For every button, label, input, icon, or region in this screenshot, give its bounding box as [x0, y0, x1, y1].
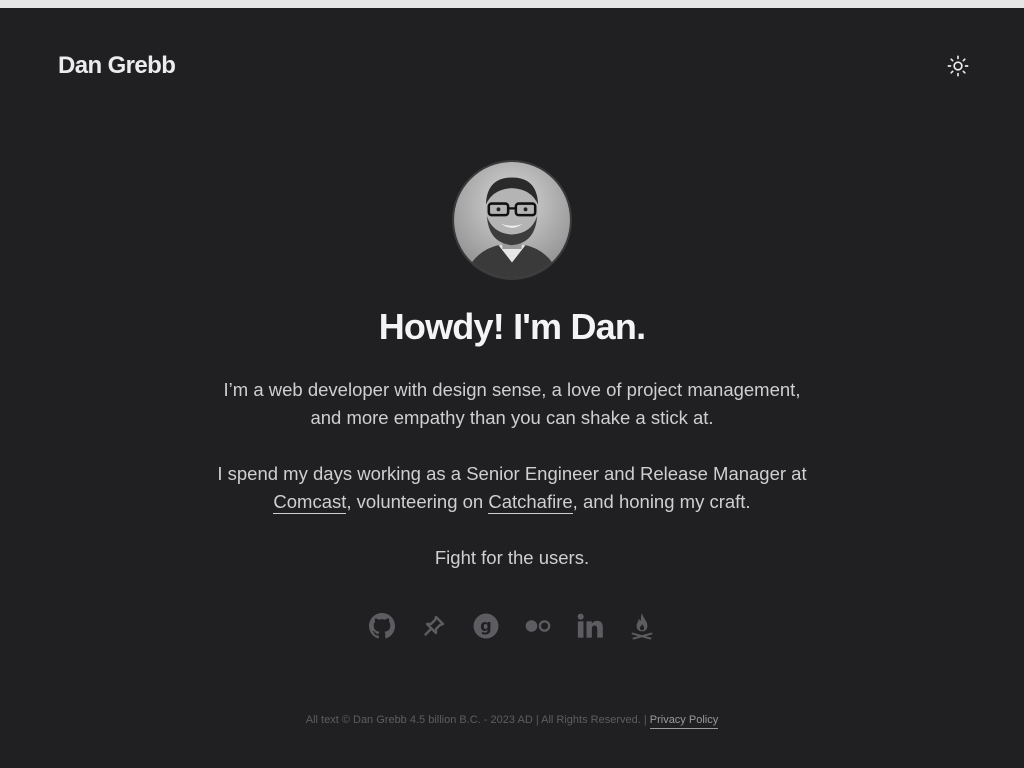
campfire-icon	[631, 613, 653, 640]
flickr-link[interactable]	[524, 612, 552, 640]
headline: Howdy! I'm Dan.	[378, 306, 646, 347]
page: Dan Grebb Howdy! I'm Dan. I’m a web deve…	[0, 8, 1024, 768]
goodreads-link[interactable]: g	[472, 612, 500, 640]
work-text-prefix: I spend my days working as a Senior Engi…	[217, 463, 807, 484]
pinboard-link[interactable]	[420, 612, 448, 640]
browser-top-strip	[0, 0, 1024, 8]
work-text-suffix: , and honing my craft.	[572, 491, 751, 512]
social-links: g	[0, 612, 1024, 640]
pushpin-icon	[424, 615, 445, 636]
campfire-link[interactable]	[628, 612, 656, 640]
sun-icon	[947, 55, 969, 77]
linkedin-link[interactable]	[576, 612, 604, 640]
github-icon	[369, 613, 395, 639]
copyright-text: All text © Dan Grebb 4.5 billion B.C. - …	[305, 714, 650, 726]
catchafire-link[interactable]: Catchafire	[488, 491, 573, 514]
privacy-policy-link[interactable]: Privacy Policy	[649, 714, 719, 729]
goodreads-icon: g	[473, 613, 499, 639]
site-title-link[interactable]: Dan Grebb	[58, 52, 176, 80]
github-link[interactable]	[368, 612, 396, 640]
theme-toggle-button[interactable]	[944, 52, 972, 80]
comcast-link[interactable]: Comcast	[273, 491, 347, 514]
bio: I’m a web developer with design sense, a…	[212, 376, 812, 600]
svg-text:g: g	[480, 616, 492, 635]
footer: All text © Dan Grebb 4.5 billion B.C. - …	[0, 714, 1024, 729]
profile-photo	[452, 160, 572, 280]
tagline: Fight for the users.	[434, 547, 590, 568]
linkedin-icon	[577, 613, 603, 638]
work-paragraph: I spend my days working as a Senior Engi…	[212, 460, 812, 516]
intro-paragraph: I’m a web developer with design sense, a…	[223, 379, 801, 428]
flickr-icon	[525, 620, 551, 632]
work-text-middle: , volunteering on	[346, 491, 489, 512]
